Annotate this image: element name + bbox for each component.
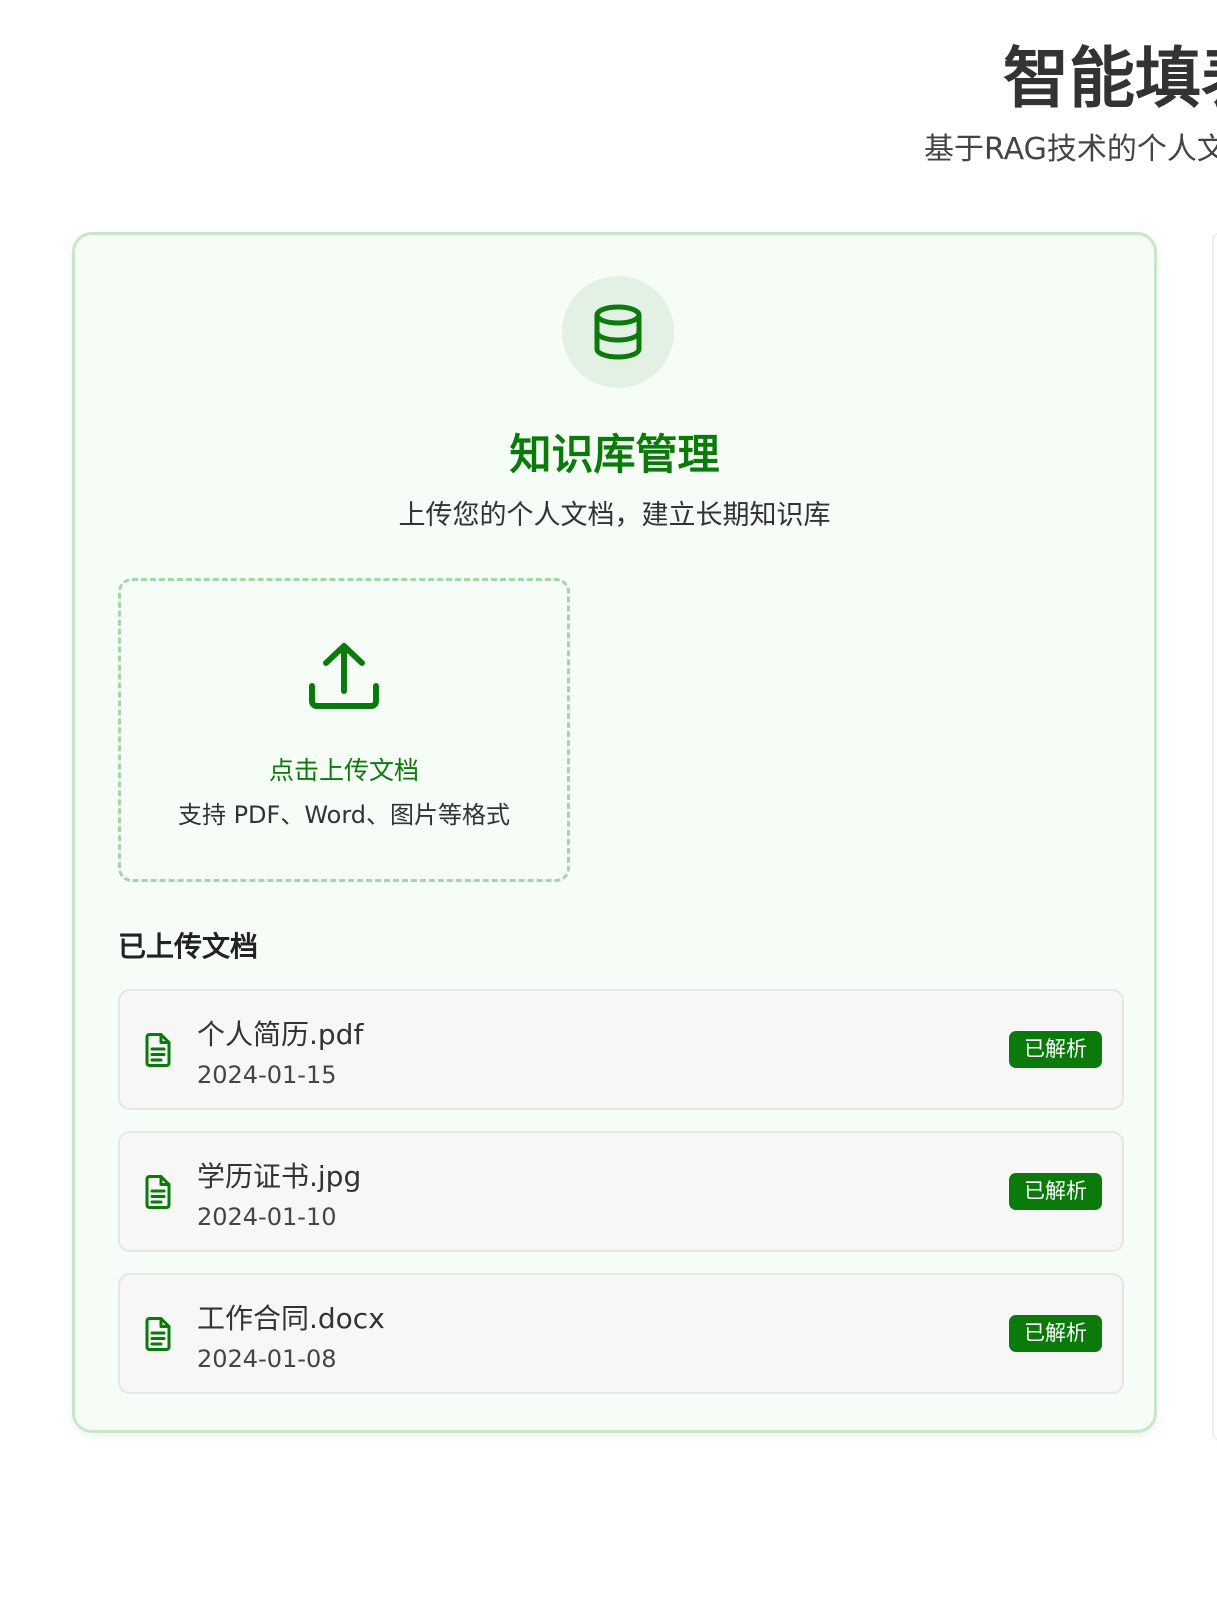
document-icon	[145, 1317, 171, 1351]
app-subtitle: 基于RAG技术的个人文	[924, 132, 1217, 167]
document-name: 工作合同.docx	[197, 1302, 385, 1335]
database-icon-badge	[562, 276, 674, 388]
document-name: 个人简历.pdf	[197, 1018, 364, 1051]
document-date: 2024-01-15	[197, 1061, 337, 1089]
page-header: 智能填表 基于RAG技术的个人文	[0, 0, 1217, 190]
knowledge-base-title: 知识库管理	[509, 430, 720, 479]
uploaded-documents-heading: 已上传文档	[118, 930, 259, 963]
upload-label[interactable]: 点击上传文档	[121, 753, 567, 789]
knowledge-base-subtitle: 上传您的个人文档，建立长期知识库	[398, 500, 831, 531]
document-date: 2024-01-08	[197, 1345, 337, 1373]
document-date: 2024-01-10	[197, 1203, 337, 1231]
document-name: 学历证书.jpg	[197, 1160, 362, 1193]
list-item[interactable]: 工作合同.docx 2024-01-08 已解析	[118, 1273, 1124, 1394]
status-badge: 已解析	[1009, 1031, 1102, 1068]
list-item[interactable]: 个人简历.pdf 2024-01-15 已解析	[118, 989, 1124, 1110]
adjacent-panel	[1212, 232, 1217, 1441]
knowledge-base-card: 知识库管理 上传您的个人文档，建立长期知识库 点击上传文档 支持 PDF、Wor…	[72, 232, 1157, 1433]
app-title: 智能填表	[1003, 40, 1217, 117]
document-icon	[145, 1175, 171, 1209]
status-badge: 已解析	[1009, 1173, 1102, 1210]
list-item[interactable]: 学历证书.jpg 2024-01-10 已解析	[118, 1131, 1124, 1252]
upload-dropzone[interactable]: 点击上传文档 支持 PDF、Word、图片等格式	[118, 578, 570, 882]
document-icon	[145, 1033, 171, 1067]
upload-icon	[309, 643, 379, 709]
upload-format-hint: 支持 PDF、Word、图片等格式	[177, 801, 511, 829]
database-icon	[594, 304, 642, 360]
document-list: 个人简历.pdf 2024-01-15 已解析 学历证书.jpg 2024-01…	[118, 989, 1124, 1415]
status-badge: 已解析	[1009, 1315, 1102, 1352]
